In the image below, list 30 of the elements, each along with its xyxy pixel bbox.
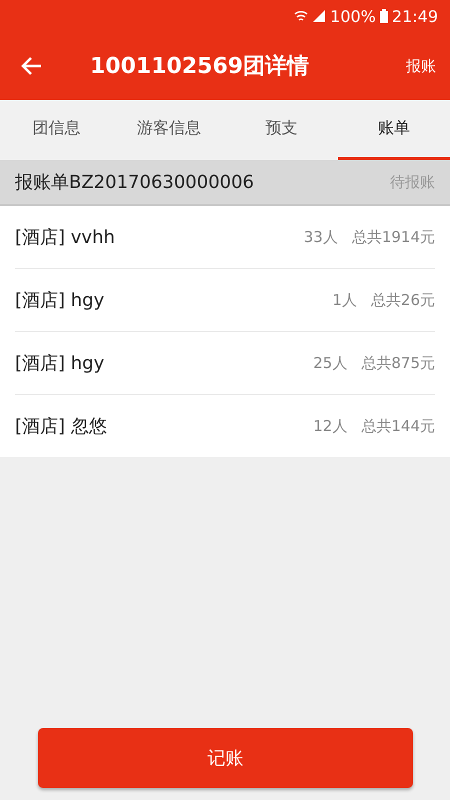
expense-row[interactable]: [酒店] hgy 1人 总共26元 xyxy=(15,269,435,332)
bill-status: 待报账 xyxy=(390,172,435,192)
expense-name: [酒店] hgy xyxy=(15,289,106,312)
signal-icon xyxy=(312,9,326,23)
people-count: 12人 xyxy=(313,416,348,436)
page-title: 1001102569团详情 xyxy=(90,53,310,81)
tab[interactable]: 游客信息 xyxy=(112,100,225,160)
expense-name: [酒店] 忽悠 xyxy=(15,415,108,438)
expense-row[interactable]: [酒店] hgy 25人 总共875元 xyxy=(15,332,435,395)
wifi-icon xyxy=(294,9,308,23)
tab[interactable]: 预支 xyxy=(225,100,338,160)
expense-total: 总共1914元 xyxy=(352,228,435,246)
record-button[interactable]: 记账 xyxy=(38,728,413,788)
expense-total: 总共26元 xyxy=(370,290,435,310)
battery-percent: 100% xyxy=(330,6,376,26)
expense-row[interactable]: [酒店] 忽悠 12人 总共144元 xyxy=(15,395,435,457)
people-count: 1人 xyxy=(332,290,357,310)
bill-number: 报账单BZ20170630000006 xyxy=(15,171,254,194)
battery-icon xyxy=(380,9,388,23)
clock: 21:49 xyxy=(392,6,438,26)
expense-name: [酒店] hgy xyxy=(15,352,106,375)
people-count: 25人 xyxy=(313,354,348,372)
tab[interactable]: 团信息 xyxy=(0,100,112,160)
reimburse-link[interactable]: 报账 xyxy=(406,56,436,76)
expense-total: 总共875元 xyxy=(361,354,435,372)
expense-total: 总共144元 xyxy=(361,416,435,436)
expense-row[interactable]: [酒店] vvhh 33人 总共1914元 xyxy=(15,206,435,269)
people-count: 33人 xyxy=(304,228,338,246)
expense-name: [酒店] vvhh xyxy=(15,226,116,249)
back-arrow-icon[interactable] xyxy=(20,56,42,76)
